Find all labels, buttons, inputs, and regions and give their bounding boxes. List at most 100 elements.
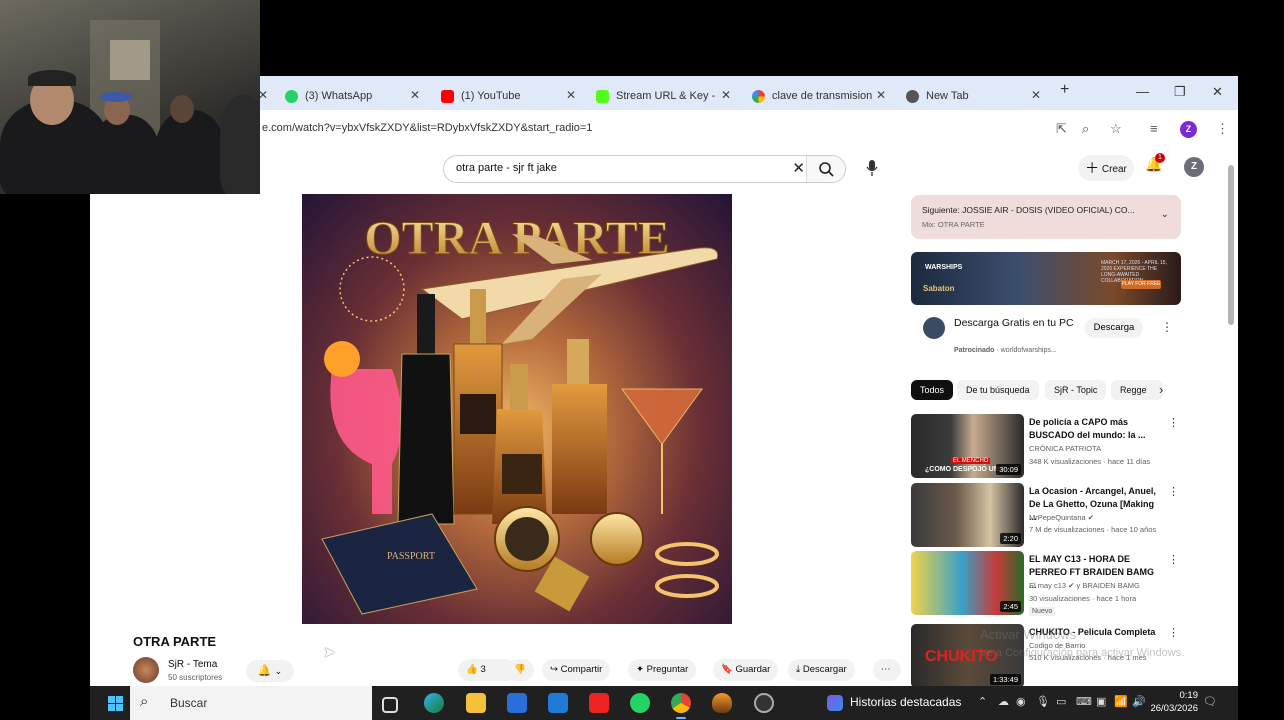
more-vertical-icon[interactable]: ⋮	[1168, 485, 1179, 498]
chip-from-search[interactable]: De tu búsqueda	[957, 380, 1039, 400]
tab-close-icon[interactable]: ✕	[566, 88, 576, 102]
account-avatar[interactable]: Z	[1184, 157, 1204, 177]
clear-search-icon[interactable]: ✕	[792, 159, 805, 177]
zoom-icon[interactable]: ⌕	[1082, 121, 1089, 137]
recommendation-item[interactable]: 2:45 EL MAY C13 - HORA DE PERREO FT BRAI…	[911, 551, 1181, 616]
next-up-panel[interactable]: Siguiente: JOSSIE AIR - DOSIS (VIDEO OFI…	[911, 195, 1181, 239]
chip-sjr-topic[interactable]: SjR - Topic	[1045, 380, 1107, 400]
ad-logo	[923, 317, 945, 339]
scrollbar-thumb[interactable]	[1228, 165, 1234, 325]
tab-partial[interactable]: ✕	[258, 82, 270, 110]
page-scrollbar[interactable]	[1227, 155, 1235, 685]
tab-close-icon[interactable]: ✕	[721, 88, 731, 102]
search-input[interactable]: otra parte - sjr ft jake	[456, 162, 557, 174]
install-app-icon[interactable]: ⇱	[1056, 121, 1067, 137]
restore-button[interactable]: ❐	[1174, 84, 1186, 100]
tab-close-icon[interactable]: ✕	[410, 88, 420, 102]
news-widget-label[interactable]: Historias destacadas	[850, 695, 961, 709]
taskbar-search-label: Buscar	[170, 696, 208, 710]
minimize-button[interactable]: —	[1136, 84, 1149, 99]
tab-close-icon[interactable]: ✕	[1031, 88, 1041, 102]
taskbar-search[interactable]: ⌕ Buscar	[130, 686, 372, 720]
chevron-up-icon[interactable]: ⌃	[978, 695, 987, 708]
volume-icon[interactable]: 🔊	[1132, 695, 1146, 708]
chevron-down-icon[interactable]: ⌄	[1161, 209, 1169, 220]
channel-avatar[interactable]	[133, 657, 159, 683]
chip-todos[interactable]: Todos	[911, 380, 954, 400]
url-field[interactable]: e.com/watch?v=ybxVfskZXDY&list=RDybxVfsk…	[262, 122, 592, 134]
address-bar: e.com/watch?v=ybxVfskZXDY&list=RDybxVfsk…	[260, 110, 1238, 148]
ad-more-icon[interactable]: ⋮	[1161, 320, 1173, 334]
recommendation-item[interactable]: EL MENCHO ¿COMO DESPOJÓ UN P... 30:09 De…	[911, 414, 1181, 478]
tab-new-tab[interactable]: New Tab ✕	[906, 82, 1041, 110]
windows-start-icon[interactable]	[108, 696, 123, 711]
tab-youtube[interactable]: (1) YouTube ✕	[441, 82, 576, 110]
notifications-button[interactable]: 🔔 1	[1145, 153, 1165, 173]
mail-icon[interactable]	[548, 693, 568, 713]
ad-banner[interactable]: WARSHIPS Sabaton MARCH 17, 2026 - APRIL …	[911, 252, 1181, 305]
bookmark-star-icon[interactable]: ☆	[1110, 121, 1122, 137]
obs-icon[interactable]	[754, 693, 774, 713]
person-2	[90, 115, 160, 194]
network-icon[interactable]: 📶	[1114, 695, 1128, 708]
chevron-right-icon[interactable]: ›	[1159, 382, 1163, 397]
video-thumbnail[interactable]: EL MENCHO ¿COMO DESPOJÓ UN P... 30:09	[911, 414, 1024, 478]
browser-menu-icon[interactable]: ⋮	[1216, 121, 1229, 137]
whatsapp-app-icon[interactable]	[630, 693, 650, 713]
video-title[interactable]: De policía a CAPO más BUSCADO del mundo:…	[1029, 416, 1161, 442]
video-player[interactable]: OTRA PARTE PASSPORT	[302, 194, 732, 624]
chip-regge[interactable]: Regge	[1111, 380, 1163, 400]
microphone-icon[interactable]: 🎙	[1036, 695, 1050, 708]
dislike-button[interactable]: 👎	[506, 659, 534, 681]
video-thumbnail[interactable]: 2:20	[911, 483, 1024, 547]
brave-icon[interactable]	[712, 693, 732, 713]
tab-label: (1) YouTube	[461, 90, 521, 102]
tab-google-search[interactable]: clave de transmision ✕	[752, 82, 886, 110]
more-vertical-icon[interactable]: ⋮	[1168, 553, 1179, 566]
download-button[interactable]: ⤓ Descargar	[788, 659, 855, 681]
display-icon[interactable]: ▣	[1096, 695, 1106, 708]
ad-download-button[interactable]: Descarga	[1085, 318, 1143, 338]
search-button[interactable]	[806, 156, 845, 182]
save-button[interactable]: 🔖 Guardar	[713, 659, 779, 681]
keyboard-icon[interactable]: ⌨	[1076, 695, 1092, 708]
recommendation-item[interactable]: 2:20 La Ocasion - Arcangel, Anuel, De La…	[911, 483, 1181, 547]
more-vertical-icon[interactable]: ⋮	[1168, 416, 1179, 429]
file-explorer-icon[interactable]	[466, 693, 486, 713]
ad-title[interactable]: Descarga Gratis en tu PC	[954, 317, 1074, 330]
album-cover-art: OTRA PARTE PASSPORT	[321, 212, 719, 615]
thumbnail-tag: EL MENCHO	[951, 458, 991, 464]
tab-whatsapp[interactable]: (3) WhatsApp ✕	[285, 82, 420, 110]
camera-icon[interactable]: ▭	[1056, 695, 1066, 708]
ask-button[interactable]: ✦ Preguntar	[628, 659, 697, 681]
browser-tab-bar: ✕ (3) WhatsApp ✕ (1) YouTube ✕ Stream UR…	[258, 76, 1238, 110]
tab-close-icon[interactable]: ✕	[876, 88, 886, 102]
notification-center-icon[interactable]: 🗨	[1203, 695, 1217, 708]
news-widget-icon[interactable]	[827, 695, 843, 711]
voice-search-button[interactable]	[860, 155, 884, 181]
youtube-app-icon[interactable]	[589, 693, 609, 713]
plus-icon: ＋	[1085, 160, 1100, 176]
new-tab-button[interactable]: +	[1060, 81, 1069, 99]
more-actions-button[interactable]: ⋯	[873, 659, 901, 681]
video-duration: 30:09	[996, 464, 1021, 475]
share-label: Compartir	[560, 664, 603, 675]
video-thumbnail[interactable]: 2:45	[911, 551, 1024, 615]
share-button[interactable]: ↪ Compartir	[542, 659, 611, 681]
channel-name[interactable]: SjR - Tema	[168, 659, 217, 670]
task-view-icon[interactable]	[382, 697, 398, 713]
create-button[interactable]: ＋ Crear	[1078, 155, 1134, 181]
microsoft-store-icon[interactable]	[507, 693, 527, 713]
subscription-bell-button[interactable]: 🔔 ⌄	[246, 660, 294, 682]
meet-now-icon[interactable]: ◉	[1016, 695, 1026, 708]
ad-banner-button[interactable]: PLAY FOR FREE	[1121, 280, 1161, 289]
edge-icon[interactable]	[424, 693, 444, 713]
browser-profile-avatar[interactable]: Z	[1180, 121, 1197, 138]
search-box[interactable]: otra parte - sjr ft jake ✕	[443, 155, 846, 183]
taskbar-clock[interactable]: 0:19 26/03/2026	[1150, 689, 1198, 715]
onedrive-icon[interactable]: ☁	[998, 695, 1009, 708]
tab-stream-key[interactable]: Stream URL & Key - ✕	[596, 82, 731, 110]
chrome-app-icon[interactable]	[671, 693, 691, 713]
media-queue-icon[interactable]: ≡	[1150, 121, 1158, 136]
close-window-button[interactable]: ✕	[1212, 84, 1223, 100]
